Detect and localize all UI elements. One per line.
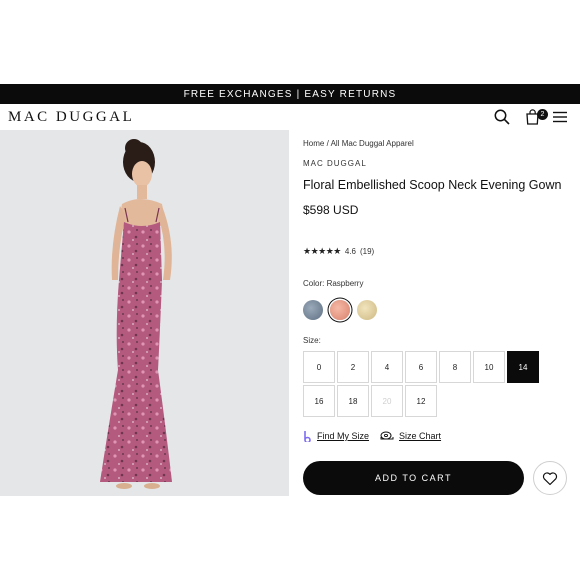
site-header: MAC DUGGAL 2 [0,104,580,130]
product-title: Floral Embellished Scoop Neck Evening Go… [303,178,562,192]
breadcrumb-category[interactable]: All Mac Duggal Apparel [331,139,414,148]
color-label: Color: Raspberry [303,279,364,288]
find-my-size-label[interactable]: Find My Size [317,431,369,441]
model-in-gown-image [100,139,172,489]
add-to-cart-button[interactable]: ADD TO CART [303,461,524,495]
size-option[interactable]: 10 [473,351,505,383]
size-option[interactable]: 18 [337,385,369,417]
promo-banner: FREE EXCHANGES | EASY RETURNS [0,84,580,104]
breadcrumb-home[interactable]: Home [303,139,324,148]
tape-measure-icon [380,431,394,440]
size-selector: 0 2 4 6 8 10 14 16 18 20 12 [303,351,539,417]
heart-icon [542,471,558,485]
size-option[interactable]: 4 [371,351,403,383]
swatch-gold[interactable] [357,300,377,320]
breadcrumb-separator: / [326,139,329,148]
size-option[interactable]: 16 [303,385,335,417]
color-swatches [303,300,377,320]
product-image[interactable] [0,130,289,496]
brand-logo[interactable]: MAC DUGGAL [8,109,134,126]
product-rating[interactable]: ★★★★★ 4.6 (19) [303,246,374,257]
find-my-size-link[interactable]: Find My Size [303,430,369,442]
size-option[interactable]: 2 [337,351,369,383]
rating-score: 4.6 [344,247,356,256]
size-option-selected[interactable]: 14 [507,351,539,383]
wishlist-button[interactable] [533,461,567,495]
rating-stars-icon: ★★★★★ [303,246,341,256]
size-option[interactable]: 0 [303,351,335,383]
product-price: $598 USD [303,203,359,217]
size-option[interactable]: 12 [405,385,437,417]
size-chart-label[interactable]: Size Chart [399,431,441,441]
swatch-raspberry[interactable] [330,300,350,320]
swatch-blue-grey[interactable] [303,300,323,320]
breadcrumb: Home / All Mac Duggal Apparel [303,139,414,148]
rating-count: (19) [359,247,375,256]
size-finder-icon [304,431,311,442]
cart-count-badge: 2 [537,109,548,120]
product-brand: MAC DUGGAL [303,159,367,168]
hamburger-menu-icon[interactable] [551,108,569,126]
search-icon[interactable] [493,108,511,126]
size-option-unavailable[interactable]: 20 [371,385,403,417]
size-label: Size: [303,336,321,345]
size-chart-link[interactable]: Size Chart [380,431,441,441]
fit-links: Find My Size Size Chart [303,430,441,442]
size-option[interactable]: 6 [405,351,437,383]
promo-text: FREE EXCHANGES | EASY RETURNS [183,88,397,100]
size-option[interactable]: 8 [439,351,471,383]
